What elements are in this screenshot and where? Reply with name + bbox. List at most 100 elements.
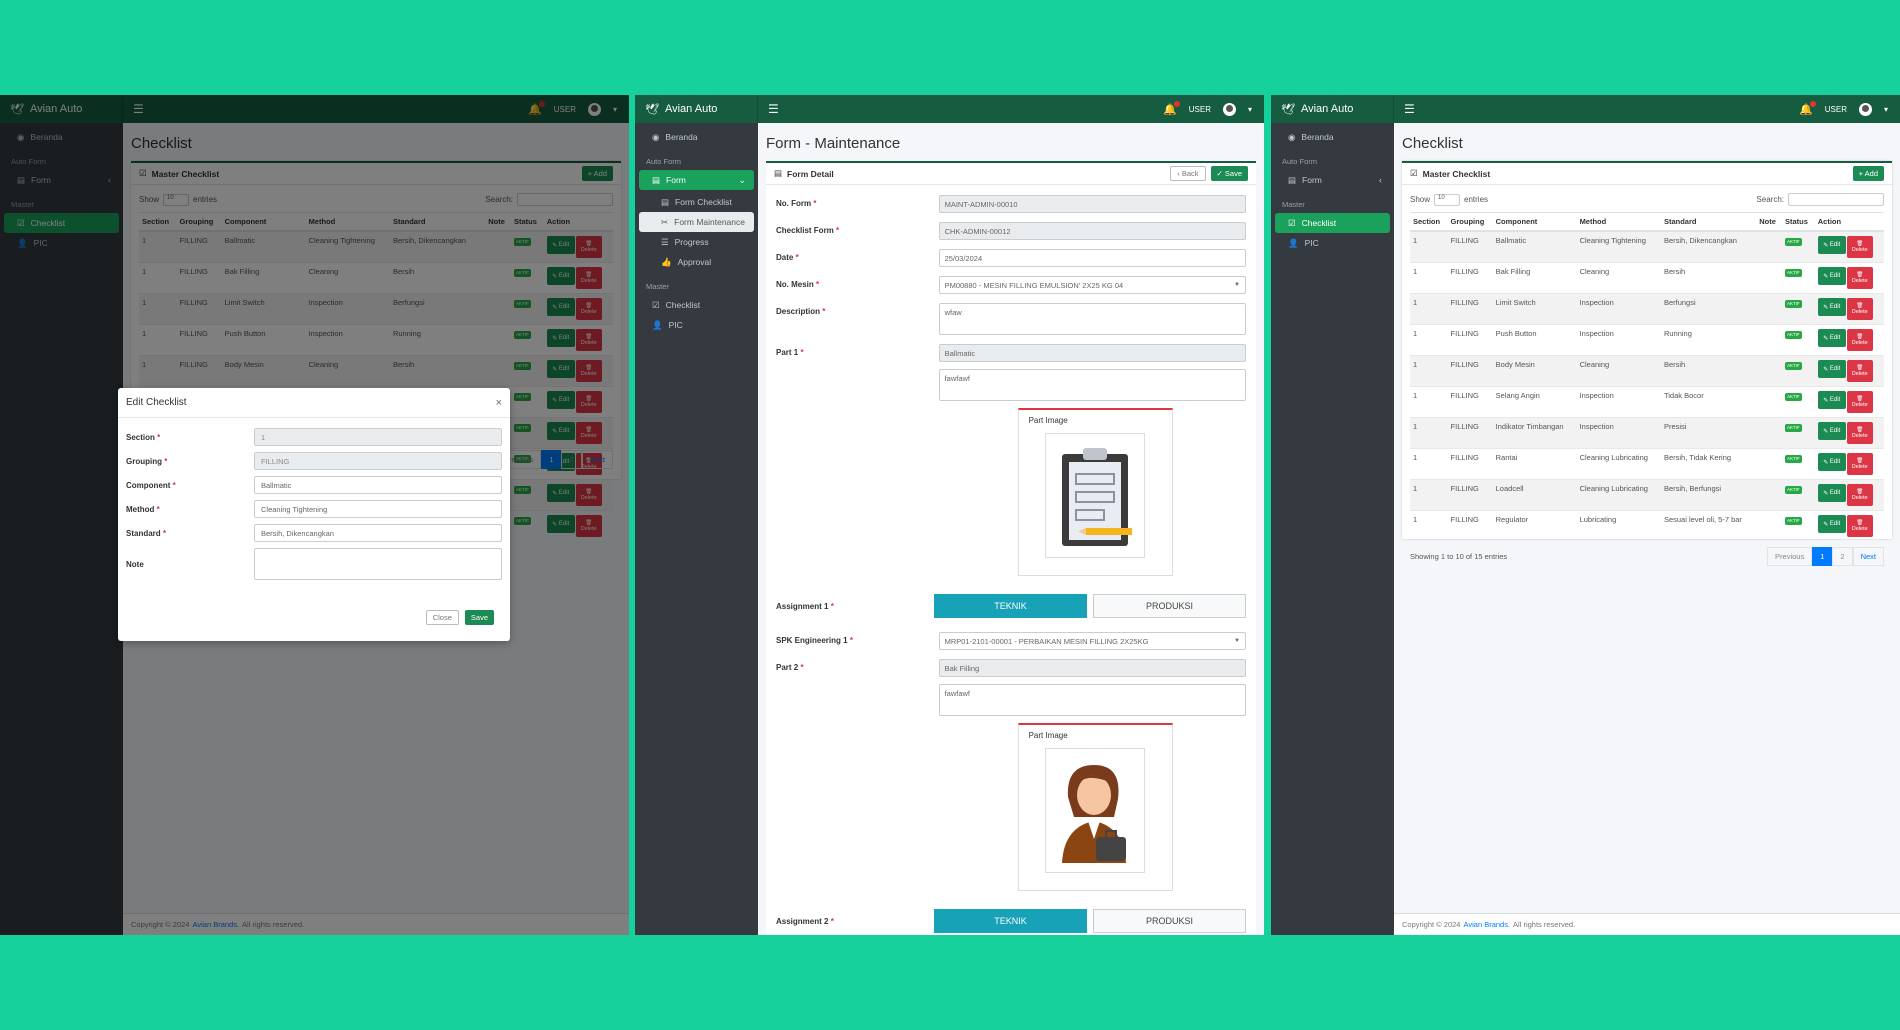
- user-name[interactable]: USER: [1189, 105, 1211, 114]
- table-cell: [1756, 324, 1782, 356]
- sidebar-item-approval[interactable]: 👍 Approval: [639, 252, 754, 272]
- add-button[interactable]: + Add: [1852, 166, 1884, 181]
- user-name[interactable]: USER: [1825, 105, 1847, 114]
- notification-bell-icon[interactable]: 🔔: [1163, 100, 1180, 116]
- table-cell: 1: [1410, 510, 1448, 541]
- save-button[interactable]: Save: [464, 610, 494, 625]
- user-avatar[interactable]: [1222, 102, 1236, 116]
- form-maintenance-window: 🕊 Avian Auto ☰ 🔔 USER ▾ ◉ Beranda Auto For…: [635, 95, 1264, 935]
- delete-button[interactable]: 🗑Delete: [1846, 298, 1873, 320]
- part1-note-textarea[interactable]: fawfawf: [938, 369, 1246, 401]
- table-cell: FILLING: [1447, 262, 1493, 294]
- edit-button[interactable]: ✎ Edit: [1817, 236, 1846, 254]
- sidebar-item-checklist[interactable]: ☑Checklist: [1275, 213, 1390, 233]
- edit-button[interactable]: ✎ Edit: [1817, 298, 1846, 316]
- table-row: 1FILLINGLimit SwitchInspectionBerfungsi A…: [1410, 293, 1884, 325]
- edit-button[interactable]: ✎ Edit: [1817, 515, 1846, 533]
- status-badge: AKTIF: [1784, 331, 1802, 339]
- modal-input-3[interactable]: Cleaning Tightening: [254, 500, 502, 518]
- sidebar-item-form[interactable]: ▤Form‹: [1275, 170, 1390, 190]
- menu-toggle-icon[interactable]: ☰: [768, 102, 779, 116]
- column-header[interactable]: Action: [1814, 212, 1884, 232]
- sidebar-item-checklist[interactable]: ☑Checklist: [639, 295, 754, 315]
- form-detail-card: ▤ Form Detail ‹ Back ✓ Save No. Form * MAI…: [766, 161, 1256, 935]
- status-badge: AKTIF: [1784, 424, 1802, 432]
- sidebar-item-form[interactable]: ▤ Form ⌄: [639, 170, 754, 190]
- table-cell: [1756, 417, 1782, 449]
- footer-link[interactable]: Avian Brands.: [1463, 920, 1510, 929]
- chevron-down-icon[interactable]: ▾: [1884, 105, 1888, 114]
- description-textarea[interactable]: wfaw: [938, 303, 1246, 335]
- modal-title: Edit Checklist: [126, 397, 187, 408]
- page-2-button[interactable]: 2: [1832, 547, 1853, 566]
- notification-bell-icon[interactable]: 🔔: [1799, 100, 1816, 116]
- table-cell: [1756, 510, 1782, 541]
- previous-page-button[interactable]: Previous: [1767, 547, 1813, 566]
- next-page-button[interactable]: Next: [1852, 547, 1884, 566]
- edit-button[interactable]: ✎ Edit: [1817, 484, 1846, 502]
- delete-button[interactable]: 🗑Delete: [1846, 422, 1873, 444]
- assignment2-teknik-button[interactable]: TEKNIK: [934, 909, 1087, 933]
- page-1-button[interactable]: 1: [1812, 547, 1833, 566]
- spk-engineering-select[interactable]: MRP01-2101-00001 - PERBAIKAN MESIN FILLI…: [938, 632, 1246, 650]
- edit-button[interactable]: ✎ Edit: [1817, 391, 1846, 409]
- back-button[interactable]: ‹ Back: [1170, 166, 1206, 181]
- modal-input-4[interactable]: Bersih, Dikencangkan: [254, 524, 502, 542]
- modal-input-5[interactable]: [254, 548, 502, 580]
- delete-button[interactable]: 🗑Delete: [1846, 484, 1873, 506]
- no-form-field: MAINT-ADMIN-00010: [938, 195, 1246, 213]
- delete-button[interactable]: 🗑Delete: [1846, 391, 1873, 413]
- sidebar-item-pic[interactable]: 👤PIC: [1275, 233, 1390, 253]
- assignment1-teknik-button[interactable]: TEKNIK: [934, 594, 1087, 618]
- close-button[interactable]: Close: [425, 610, 459, 625]
- edit-button[interactable]: ✎ Edit: [1817, 360, 1846, 378]
- column-header[interactable]: Standard: [1660, 212, 1757, 232]
- menu-toggle-icon[interactable]: ☰: [1404, 102, 1415, 116]
- edit-button[interactable]: ✎ Edit: [1817, 267, 1846, 285]
- part1-field: Ballmatic: [938, 344, 1246, 362]
- chevron-down-icon[interactable]: ▾: [1248, 105, 1252, 114]
- column-header[interactable]: Status: [1781, 212, 1815, 232]
- table-cell: Indikator Timbangan: [1492, 417, 1577, 449]
- clipboard-image[interactable]: [1045, 433, 1146, 558]
- column-header[interactable]: Component: [1492, 212, 1577, 232]
- delete-button[interactable]: 🗑Delete: [1846, 453, 1873, 475]
- column-header[interactable]: Method: [1576, 212, 1661, 232]
- table-cell: Push Button: [1492, 324, 1577, 356]
- save-button[interactable]: ✓ Save: [1210, 166, 1248, 181]
- table-cell: Berfungsi: [1660, 293, 1757, 325]
- assignment2-produksi-button[interactable]: PRODUKSI: [1093, 909, 1246, 933]
- sidebar-item-beranda[interactable]: ◉Beranda: [639, 127, 754, 147]
- close-icon[interactable]: ×: [496, 397, 502, 409]
- column-header[interactable]: Section: [1410, 212, 1448, 232]
- sidebar-item-progress[interactable]: ☰ Progress: [639, 232, 754, 252]
- sidebar-item-pic[interactable]: 👤PIC: [639, 315, 754, 335]
- delete-button[interactable]: 🗑Delete: [1846, 329, 1873, 351]
- sidebar-item-form-maintenance[interactable]: ✂ Form Maintenance: [639, 212, 754, 232]
- table-cell: FILLING: [1447, 386, 1493, 418]
- column-header[interactable]: Grouping: [1447, 212, 1493, 232]
- edit-button[interactable]: ✎ Edit: [1817, 422, 1846, 440]
- edit-button[interactable]: ✎ Edit: [1817, 329, 1846, 347]
- entries-select[interactable]: 10: [1434, 193, 1461, 206]
- delete-button[interactable]: 🗑Delete: [1846, 515, 1873, 537]
- part2-note-textarea[interactable]: fawfawf: [938, 684, 1246, 716]
- brand-logo[interactable]: 🕊Avian Auto: [1271, 95, 1394, 123]
- delete-button[interactable]: 🗑Delete: [1846, 236, 1873, 258]
- delete-button[interactable]: 🗑Delete: [1846, 267, 1873, 289]
- no-mesin-select[interactable]: PM00880 - MESIN FILLING EMULSION' 2X25 K…: [938, 276, 1246, 294]
- assignment1-produksi-button[interactable]: PRODUKSI: [1093, 594, 1246, 618]
- edit-button[interactable]: ✎ Edit: [1817, 453, 1846, 471]
- column-header[interactable]: Note: [1756, 212, 1782, 232]
- businesswoman-image[interactable]: [1045, 748, 1146, 873]
- chevron-left-icon: ‹: [1379, 175, 1382, 185]
- brand-logo[interactable]: 🕊Avian Auto: [635, 95, 758, 123]
- user-avatar[interactable]: [1858, 102, 1872, 116]
- sidebar-item-beranda[interactable]: ◉Beranda: [1275, 127, 1390, 147]
- search-input[interactable]: [1788, 193, 1884, 206]
- date-field[interactable]: 25/03/2024: [938, 249, 1246, 267]
- sidebar-item-form-checklist[interactable]: ▤ Form Checklist: [639, 192, 754, 212]
- delete-button[interactable]: 🗑Delete: [1846, 360, 1873, 382]
- modal-input-2[interactable]: Ballmatic: [254, 476, 502, 494]
- table-cell: Body Mesin: [1492, 355, 1577, 387]
